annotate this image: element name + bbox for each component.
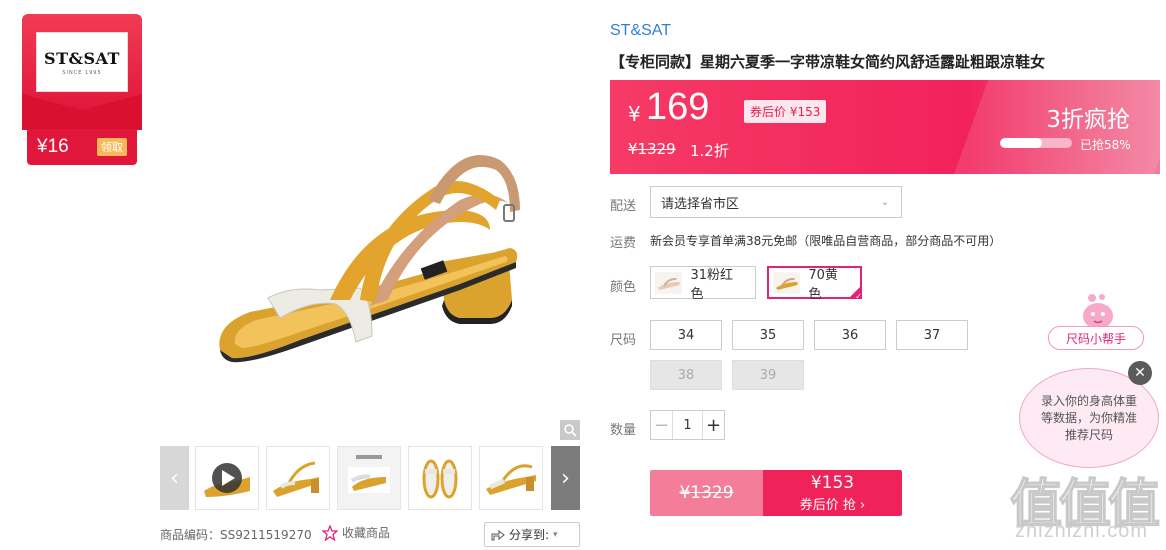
size-option-37[interactable]: 37 [896, 320, 968, 350]
product-title: 【专柜同款】星期六夏季一字带凉鞋女简约风舒适露趾粗跟凉鞋女 [610, 53, 1046, 71]
thumb-image-4[interactable] [408, 446, 472, 510]
buy-coupon-action[interactable]: ¥153 券后价 抢 › [763, 470, 902, 516]
chevron-down-icon: ⌄ [880, 196, 889, 208]
shipping-label: 运费 [610, 236, 637, 251]
sale-price: 169 [646, 86, 710, 128]
color-option-label: 31粉红色 [690, 267, 734, 302]
color-option-pink[interactable]: 31粉红色 [650, 266, 756, 302]
quantity-stepper[interactable]: − 1 + [650, 410, 725, 440]
thumb-image-5[interactable] [479, 446, 543, 510]
color-swatch-image [773, 271, 801, 294]
buy-action-label: 券后价 抢 › [799, 497, 866, 513]
buy-button[interactable]: ¥1329 ¥153 券后价 抢 › [650, 470, 902, 516]
close-icon[interactable]: ✕ [1128, 361, 1152, 385]
after-coupon-badge: 券后价 ¥153 [744, 100, 827, 123]
selected-check-icon [848, 285, 862, 299]
thumb-prev-button[interactable]: ‹ [160, 446, 189, 510]
share-dropdown[interactable]: 分享到: ▾ [484, 522, 580, 547]
quantity-minus-button[interactable]: − [651, 411, 673, 439]
coupon-claim-bar[interactable]: ¥16 领取 [27, 129, 137, 165]
main-product-image[interactable] [160, 0, 580, 442]
original-price: ¥1329 [628, 140, 676, 158]
brand-logo: ST&SAT [44, 48, 120, 68]
color-label: 颜色 [610, 280, 637, 295]
star-icon [322, 524, 338, 541]
share-label: 分享到: [509, 528, 550, 542]
size-label: 尺码 [610, 333, 637, 348]
quantity-label: 数量 [610, 423, 637, 438]
size-option-34[interactable]: 34 [650, 320, 722, 350]
sandal-illustration [160, 0, 580, 442]
color-option-label: 70黄色 [808, 267, 838, 302]
chevron-down-icon: ▾ [553, 529, 558, 540]
quantity-plus-button[interactable]: + [702, 411, 724, 439]
size-option-36[interactable]: 36 [814, 320, 886, 350]
size-option-35[interactable]: 35 [732, 320, 804, 350]
buy-original-price: ¥1329 [650, 470, 763, 516]
thumb-image-3[interactable] [337, 446, 401, 510]
color-option-yellow[interactable]: 70黄色 [767, 266, 862, 302]
buy-coupon-price: ¥153 [810, 472, 855, 493]
shipping-text: 新会员专享首单满38元免邮（限唯品自营商品，部分商品不可用） [650, 234, 1002, 248]
sold-progress-bar [1000, 138, 1072, 148]
size-helper-button[interactable]: 尺码小帮手 [1048, 326, 1144, 350]
coupon-amount: ¥16 [37, 136, 69, 157]
region-select[interactable]: 请选择省市区 ⌄ [650, 186, 902, 218]
share-icon [491, 529, 505, 540]
region-select-value: 请选择省市区 [661, 196, 740, 212]
product-code-value: SS9211519270 [220, 528, 312, 542]
thumb-image-2[interactable] [266, 446, 330, 510]
size-option-38-disabled: 38 [650, 360, 722, 390]
coupon-get-button[interactable]: 领取 [97, 138, 127, 156]
thumb-video[interactable] [195, 446, 259, 510]
quantity-input[interactable]: 1 [673, 411, 702, 439]
brand-logo-box: ST&SAT SINCE 1995 [36, 32, 128, 92]
zoom-icon[interactable] [560, 420, 580, 440]
product-code-label: 商品编码： [160, 528, 221, 542]
sold-progress-fill [1000, 138, 1042, 148]
size-option-39-disabled: 39 [732, 360, 804, 390]
price-banner: ¥ 169 券后价 ¥153 ¥1329 1.2折 3折疯抢 已抢58% [610, 80, 1160, 174]
currency-symbol: ¥ [628, 102, 641, 126]
color-swatch-image [655, 271, 683, 294]
promo-label: 3折疯抢 [1046, 107, 1130, 133]
delivery-label: 配送 [610, 199, 637, 214]
favorite-label: 收藏商品 [342, 526, 391, 540]
brand-link[interactable]: ST&SAT [610, 22, 671, 40]
favorite-button[interactable]: 收藏商品 [322, 524, 390, 541]
watermark-url: zhizhizhi.com [1015, 520, 1149, 542]
product-code: 商品编码：SS9211519270 [160, 526, 312, 543]
discount-rate: 1.2折 [690, 142, 729, 160]
thumb-next-button[interactable]: › [551, 446, 580, 510]
brand-logo-sub: SINCE 1995 [62, 69, 102, 76]
sold-percent-text: 已抢58% [1080, 138, 1131, 152]
store-coupon-badge[interactable]: ST&SAT SINCE 1995 ¥16 领取 [22, 14, 142, 165]
